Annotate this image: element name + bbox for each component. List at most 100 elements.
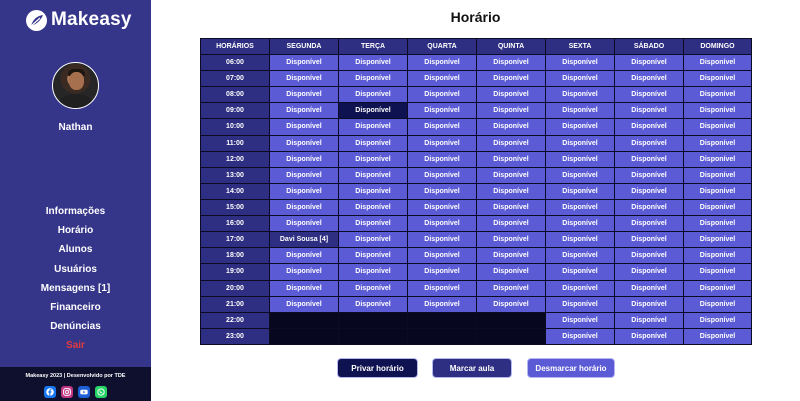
available-slot[interactable]: Disponível [683, 166, 752, 184]
available-slot[interactable]: Disponível [269, 86, 339, 104]
available-slot[interactable]: Disponível [269, 247, 339, 265]
sidebar-item-financeiro[interactable]: Financeiro [0, 301, 151, 320]
available-slot[interactable]: Disponível [614, 327, 684, 346]
available-slot[interactable]: Disponível [683, 279, 752, 297]
available-slot[interactable]: Disponível [614, 311, 684, 329]
available-slot[interactable]: Disponível [407, 70, 477, 88]
available-slot[interactable]: Disponível [683, 53, 752, 72]
available-slot[interactable]: Disponível [476, 198, 546, 217]
available-slot[interactable]: Disponível [269, 70, 339, 88]
available-slot[interactable]: Disponível [407, 53, 477, 72]
available-slot[interactable]: Disponível [545, 247, 615, 265]
available-slot[interactable]: Disponível [614, 134, 684, 152]
available-slot[interactable]: Disponível [407, 231, 477, 249]
available-slot[interactable]: Disponível [614, 166, 684, 184]
sidebar-item-sair[interactable]: Sair [0, 339, 151, 358]
available-slot[interactable]: Disponível [476, 182, 546, 200]
available-slot[interactable]: Disponível [683, 215, 752, 233]
available-slot[interactable]: Disponível [476, 150, 546, 168]
sidebar-item-horario[interactable]: Horário [0, 224, 151, 243]
available-slot[interactable]: Disponível [338, 118, 408, 136]
brand-logo[interactable]: Makeasy [26, 9, 132, 31]
available-slot[interactable]: Disponível [545, 134, 615, 152]
available-slot[interactable]: Disponível [338, 247, 408, 265]
available-slot[interactable]: Disponível [338, 102, 408, 120]
available-slot[interactable]: Disponível [269, 215, 339, 233]
sidebar-item-informacoes[interactable]: Informações [0, 205, 151, 224]
available-slot[interactable]: Disponível [545, 198, 615, 217]
available-slot[interactable]: Disponível [269, 118, 339, 136]
booked-slot[interactable]: Davi Sousa [4] [269, 231, 339, 249]
instagram-icon[interactable] [61, 386, 73, 398]
available-slot[interactable]: Disponível [476, 215, 546, 233]
available-slot[interactable]: Disponível [683, 102, 752, 120]
available-slot[interactable]: Disponível [614, 102, 684, 120]
available-slot[interactable]: Disponível [407, 247, 477, 265]
avatar[interactable] [52, 62, 99, 109]
available-slot[interactable]: Disponível [407, 215, 477, 233]
available-slot[interactable]: Disponível [683, 134, 752, 152]
available-slot[interactable]: Disponível [338, 182, 408, 200]
available-slot[interactable]: Disponível [407, 86, 477, 104]
available-slot[interactable]: Disponível [269, 295, 339, 313]
available-slot[interactable]: Disponível [338, 215, 408, 233]
available-slot[interactable]: Disponível [683, 311, 752, 329]
available-slot[interactable]: Disponível [683, 118, 752, 136]
available-slot[interactable]: Disponível [407, 182, 477, 200]
sidebar-item-usuarios[interactable]: Usuários [0, 263, 151, 282]
available-slot[interactable]: Disponível [269, 198, 339, 217]
available-slot[interactable]: Disponível [683, 263, 752, 281]
youtube-icon[interactable] [78, 386, 90, 398]
available-slot[interactable]: Disponível [269, 279, 339, 297]
available-slot[interactable]: Disponível [407, 295, 477, 313]
available-slot[interactable]: Disponível [269, 53, 339, 72]
available-slot[interactable]: Disponível [407, 166, 477, 184]
available-slot[interactable]: Disponível [476, 263, 546, 281]
available-slot[interactable]: Disponível [545, 118, 615, 136]
available-slot[interactable]: Disponível [545, 150, 615, 168]
available-slot[interactable]: Disponível [545, 231, 615, 249]
available-slot[interactable]: Disponível [545, 86, 615, 104]
available-slot[interactable]: Disponível [476, 231, 546, 249]
facebook-icon[interactable] [44, 386, 56, 398]
available-slot[interactable]: Disponível [545, 215, 615, 233]
available-slot[interactable]: Disponível [545, 295, 615, 313]
available-slot[interactable]: Disponível [407, 198, 477, 217]
available-slot[interactable]: Disponível [407, 118, 477, 136]
available-slot[interactable]: Disponível [338, 134, 408, 152]
whatsapp-icon[interactable] [95, 386, 107, 398]
available-slot[interactable]: Disponível [476, 166, 546, 184]
available-slot[interactable]: Disponível [614, 279, 684, 297]
available-slot[interactable]: Disponível [407, 263, 477, 281]
available-slot[interactable]: Disponível [407, 279, 477, 297]
available-slot[interactable]: Disponível [407, 102, 477, 120]
available-slot[interactable]: Disponível [476, 279, 546, 297]
available-slot[interactable]: Disponível [545, 263, 615, 281]
available-slot[interactable]: Disponível [338, 263, 408, 281]
available-slot[interactable]: Disponível [683, 198, 752, 217]
available-slot[interactable]: Disponível [476, 102, 546, 120]
available-slot[interactable]: Disponível [614, 198, 684, 217]
available-slot[interactable]: Disponível [338, 70, 408, 88]
available-slot[interactable]: Disponível [476, 53, 546, 72]
available-slot[interactable]: Disponível [545, 279, 615, 297]
available-slot[interactable]: Disponível [545, 53, 615, 72]
available-slot[interactable]: Disponível [614, 231, 684, 249]
available-slot[interactable]: Disponível [683, 295, 752, 313]
available-slot[interactable]: Disponível [545, 102, 615, 120]
available-slot[interactable]: Disponível [476, 247, 546, 265]
available-slot[interactable]: Disponível [683, 86, 752, 104]
available-slot[interactable]: Disponível [614, 53, 684, 72]
available-slot[interactable]: Disponível [476, 118, 546, 136]
available-slot[interactable]: Disponível [614, 182, 684, 200]
unbook-slot-button[interactable]: Desmarcar horário [527, 358, 615, 378]
available-slot[interactable]: Disponível [269, 166, 339, 184]
available-slot[interactable]: Disponível [683, 231, 752, 249]
available-slot[interactable]: Disponível [545, 311, 615, 329]
available-slot[interactable]: Disponível [683, 70, 752, 88]
available-slot[interactable]: Disponível [269, 134, 339, 152]
available-slot[interactable]: Disponível [614, 247, 684, 265]
available-slot[interactable]: Disponível [614, 70, 684, 88]
available-slot[interactable]: Disponível [476, 295, 546, 313]
available-slot[interactable]: Disponível [614, 295, 684, 313]
